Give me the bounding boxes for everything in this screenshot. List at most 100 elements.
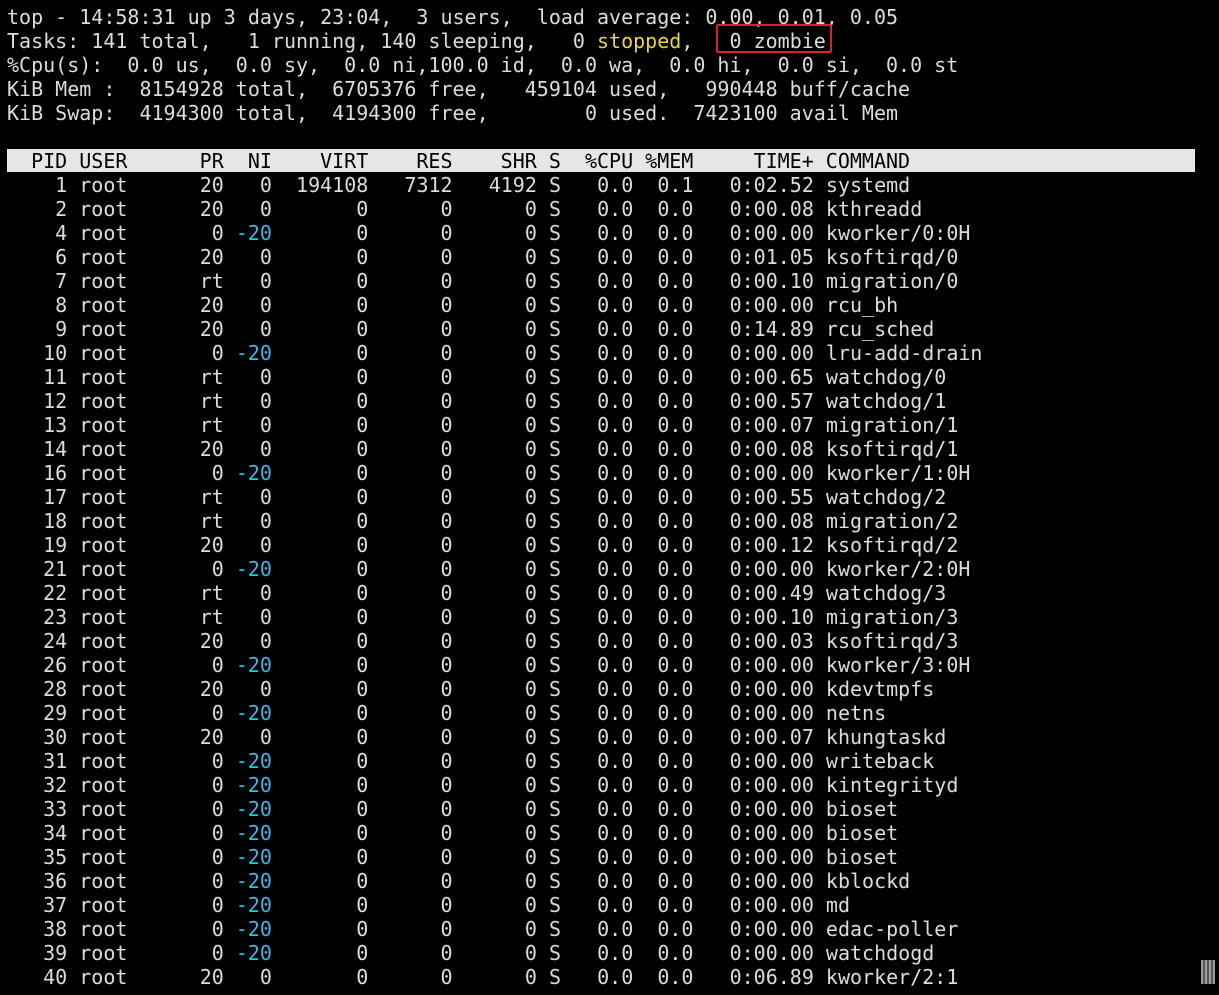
pid-cell: 16 [43, 461, 68, 485]
pr-cell: rt [199, 389, 224, 413]
ni-cell: 0 [259, 317, 272, 341]
time-cell: 0:00.00 [729, 221, 814, 245]
shr-cell: 0 [524, 581, 537, 605]
table-row: 12 root rt 0 0 0 0 S 0.0 0.0 0:00.57 wat… [7, 389, 946, 413]
state-cell: S [548, 821, 561, 845]
cpu-cell: 0.0 [597, 821, 634, 845]
mem-cell: 0.0 [657, 917, 694, 941]
pid-cell: 13 [43, 413, 68, 437]
state-cell: S [548, 437, 561, 461]
table-row: 2 root 20 0 0 0 0 S 0.0 0.0 0:00.08 kthr… [7, 197, 922, 221]
command-cell: md [825, 893, 851, 917]
pid-cell: 37 [43, 893, 68, 917]
command-cell: kblockd [825, 869, 911, 893]
user-cell: root [79, 581, 128, 605]
terminal-window[interactable]: top - 14:58:31 up 3 days, 23:04, 3 users… [0, 0, 1219, 995]
table-row: 10 root 0 -20 0 0 0 S 0.0 0.0 0:00.00 lr… [7, 341, 982, 365]
cpu-cell: 0.0 [597, 797, 634, 821]
pid-cell: 17 [43, 485, 68, 509]
user-cell: root [79, 773, 128, 797]
command-cell: edac-poller [825, 917, 959, 941]
res-cell: 0 [440, 485, 453, 509]
user-cell: root [79, 245, 128, 269]
pid-cell: 40 [43, 965, 68, 989]
command-cell: writeback [825, 749, 935, 773]
shr-cell: 0 [524, 509, 537, 533]
shr-cell: 0 [524, 773, 537, 797]
command-cell: migration/1 [825, 413, 959, 437]
ni-cell: 0 [259, 437, 272, 461]
res-cell: 0 [440, 917, 453, 941]
res-cell: 0 [440, 293, 453, 317]
user-cell: root [79, 485, 128, 509]
ni-cell: 0 [259, 509, 272, 533]
user-cell: root [79, 437, 128, 461]
ni-cell: -20 [235, 461, 272, 485]
command-cell: watchdogd [825, 941, 935, 965]
state-cell: S [548, 245, 561, 269]
pr-cell: rt [199, 269, 224, 293]
virt-cell: 0 [356, 485, 369, 509]
ni-cell: 0 [259, 293, 272, 317]
pid-cell: 23 [43, 605, 68, 629]
ni-cell: -20 [235, 797, 272, 821]
pr-cell: 20 [199, 629, 224, 653]
pid-cell: 12 [43, 389, 68, 413]
cpu-cell: 0.0 [597, 845, 634, 869]
virt-cell: 0 [356, 341, 369, 365]
pid-cell: 4 [55, 221, 68, 245]
command-cell: kworker/0:0H [825, 221, 971, 245]
virt-cell: 0 [356, 557, 369, 581]
pr-cell: rt [199, 365, 224, 389]
table-row: 31 root 0 -20 0 0 0 S 0.0 0.0 0:00.00 wr… [7, 749, 934, 773]
time-cell: 0:00.00 [729, 917, 814, 941]
table-row: 36 root 0 -20 0 0 0 S 0.0 0.0 0:00.00 kb… [7, 869, 910, 893]
pr-cell: rt [199, 413, 224, 437]
command-cell: ksoftirqd/0 [825, 245, 959, 269]
shr-cell: 0 [524, 317, 537, 341]
user-cell: root [79, 701, 128, 725]
time-cell: 0:00.00 [729, 461, 814, 485]
pr-cell: 0 [211, 821, 224, 845]
pr-cell: 20 [199, 173, 224, 197]
virt-cell: 0 [356, 389, 369, 413]
shr-cell: 0 [524, 413, 537, 437]
pid-cell: 9 [55, 317, 68, 341]
mem-cell: 0.0 [657, 341, 694, 365]
cpu-cell: 0.0 [597, 581, 634, 605]
pr-cell: 20 [199, 533, 224, 557]
table-row: 14 root 20 0 0 0 0 S 0.0 0.0 0:00.08 kso… [7, 437, 958, 461]
cpu-cell: 0.0 [597, 965, 634, 989]
time-cell: 0:00.00 [729, 677, 814, 701]
virt-cell: 0 [356, 269, 369, 293]
time-cell: 0:00.00 [729, 749, 814, 773]
shr-cell: 0 [524, 341, 537, 365]
user-cell: root [79, 557, 128, 581]
state-cell: S [548, 845, 561, 869]
ni-cell: -20 [235, 845, 272, 869]
mem-cell: 0.0 [657, 269, 694, 293]
virt-cell: 0 [356, 653, 369, 677]
pr-cell: rt [199, 485, 224, 509]
state-cell: S [548, 917, 561, 941]
pid-cell: 14 [43, 437, 68, 461]
shr-cell: 0 [524, 245, 537, 269]
table-row: 28 root 20 0 0 0 0 S 0.0 0.0 0:00.00 kde… [7, 677, 934, 701]
ni-cell: -20 [235, 773, 272, 797]
command-cell: bioset [825, 821, 899, 845]
cpu-cell: 0.0 [597, 605, 634, 629]
res-cell: 0 [440, 845, 453, 869]
state-cell: S [548, 269, 561, 293]
cpu-cell: 0.0 [597, 701, 634, 725]
pid-cell: 35 [43, 845, 68, 869]
user-cell: root [79, 197, 128, 221]
pr-cell: 0 [211, 557, 224, 581]
shr-cell: 0 [524, 197, 537, 221]
mem-cell: 0.0 [657, 221, 694, 245]
scrollbar-grip[interactable] [1201, 960, 1215, 984]
pr-cell: 0 [211, 221, 224, 245]
mem-cell: 0.0 [657, 773, 694, 797]
swap-line: KiB Swap: 4194300 total, 4194300 free, 0… [7, 101, 899, 125]
ni-cell: 0 [259, 485, 272, 509]
pr-cell: 0 [211, 461, 224, 485]
